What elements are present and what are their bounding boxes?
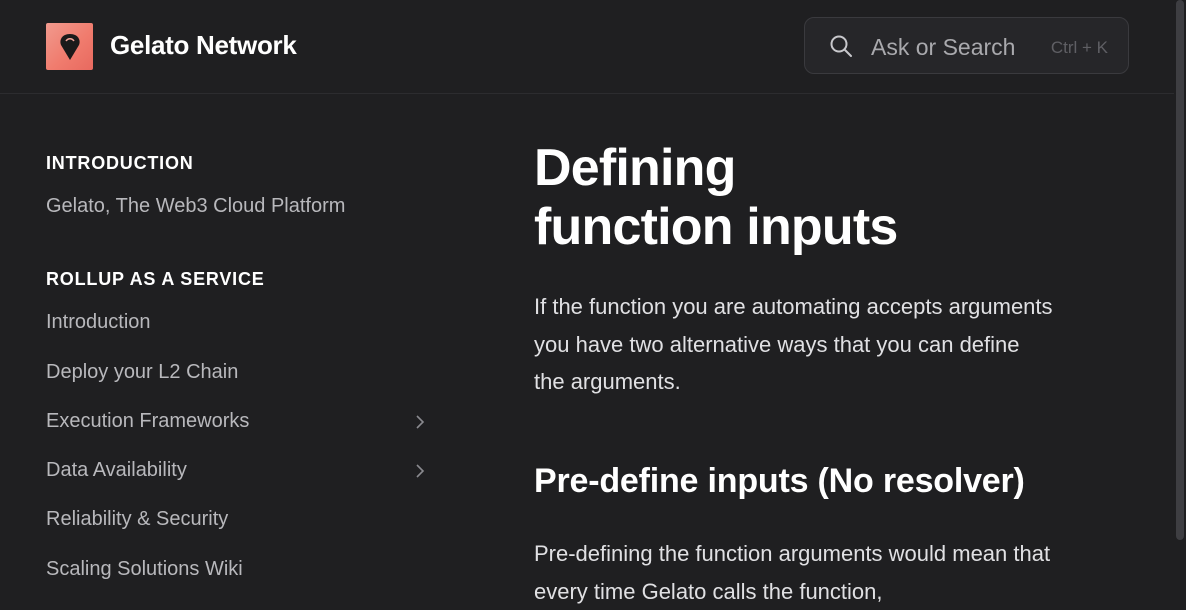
top-header: Gelato Network Ask or Search Ctrl + K (0, 0, 1174, 94)
page-title-line-2: function inputs (534, 198, 898, 256)
page-scrollbar[interactable] (1174, 0, 1186, 600)
search-placeholder: Ask or Search (871, 34, 1016, 60)
search-box[interactable]: Ask or Search Ctrl + K (804, 17, 1129, 74)
sidebar-item-label: Reliability & Security (46, 508, 229, 530)
search-shortcut-hint: Ctrl + K (1050, 38, 1108, 57)
page-title: Defining function inputs (534, 139, 1094, 257)
sidebar-item-label: Gelato, The Web3 Cloud Platform (46, 195, 346, 217)
sidebar-item-label: Data Availability (46, 459, 187, 481)
intro-paragraph: If the function you are automating accep… (534, 294, 1053, 394)
main-content: Defining function inputs If the function… (534, 95, 1154, 604)
search-icon (830, 35, 852, 57)
chevron-right-icon[interactable] (414, 414, 426, 430)
sidebar-item-gelato-web3-cloud[interactable]: Gelato, The Web3 Cloud Platform (46, 195, 426, 218)
sidebar-item-label: Introduction (46, 311, 151, 333)
chevron-right-icon[interactable] (414, 463, 426, 479)
sidebar-nav: INTRODUCTION Gelato, The Web3 Cloud Plat… (0, 95, 460, 600)
section-heading-predefine-inputs: Pre-define inputs (No resolver) (534, 462, 1025, 500)
body-paragraph: Pre-defining the function arguments woul… (534, 541, 1051, 604)
sidebar-item-reliability-security[interactable]: Reliability & Security (46, 508, 426, 531)
sidebar-item-label: Scaling Solutions Wiki (46, 558, 243, 580)
brand-name[interactable]: Gelato Network (110, 30, 297, 61)
sidebar-item-scaling-solutions-wiki[interactable]: Scaling Solutions Wiki (46, 558, 426, 581)
page-title-line-1: Defining (534, 139, 736, 197)
sidebar-item-label: Execution Frameworks (46, 410, 250, 432)
sidebar-item-deploy-l2-chain[interactable]: Deploy your L2 Chain (46, 361, 426, 384)
sidebar-item-execution-frameworks[interactable]: Execution Frameworks (46, 410, 426, 433)
sidebar-heading-rollup-as-a-service: ROLLUP AS A SERVICE (46, 269, 265, 289)
sidebar-item-introduction[interactable]: Introduction (46, 311, 426, 334)
sidebar-heading-introduction: INTRODUCTION (46, 153, 194, 173)
scrollbar-thumb[interactable] (1176, 0, 1184, 540)
sidebar-item-data-availability[interactable]: Data Availability (46, 459, 426, 482)
gelato-logo-icon[interactable] (46, 23, 93, 70)
sidebar-item-label: Deploy your L2 Chain (46, 361, 239, 383)
